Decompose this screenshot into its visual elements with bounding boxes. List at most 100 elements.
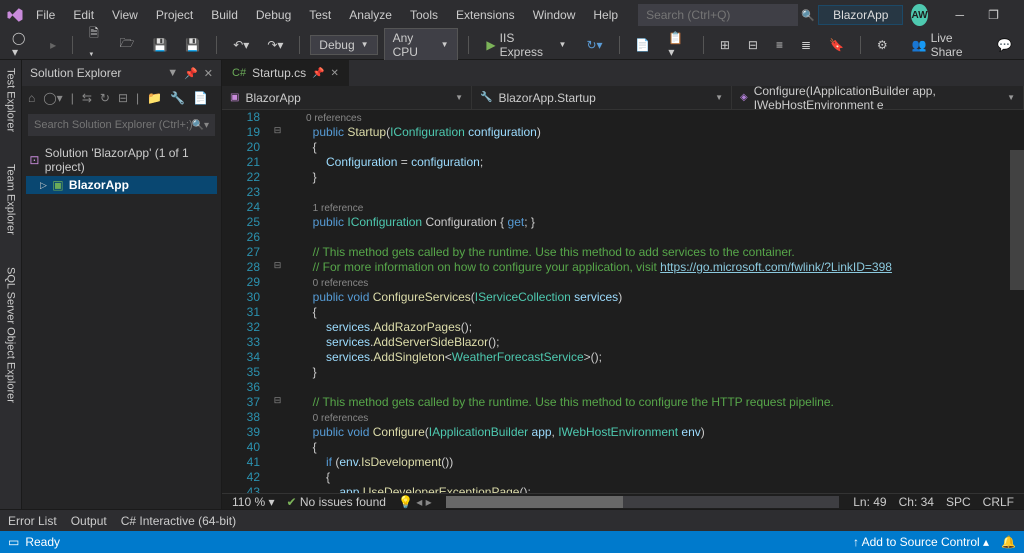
se-back-icon[interactable]: ◯▾: [43, 91, 62, 105]
panel-pin-icon[interactable]: 📌: [184, 67, 198, 80]
rail-test-explorer[interactable]: Test Explorer: [3, 64, 19, 136]
config-dropdown[interactable]: Debug▼: [310, 35, 377, 55]
platform-dropdown[interactable]: Any CPU▼: [384, 28, 458, 62]
tab-startup-cs[interactable]: C# Startup.cs 📌 ✕: [222, 60, 350, 86]
close-button[interactable]: ✕: [1017, 6, 1024, 24]
issues-indicator[interactable]: ✔ No issues found: [281, 495, 392, 509]
menu-window[interactable]: Window: [525, 4, 584, 26]
status-bar: ▭Ready ↑ Add to Source Control ▴ 🔔: [0, 531, 1024, 553]
se-props-icon[interactable]: 🔧: [170, 91, 185, 105]
vertical-scrollbar[interactable]: [1010, 110, 1024, 493]
browser-refresh-button[interactable]: ↻▾: [580, 36, 608, 54]
tool-icon-5[interactable]: ≡: [770, 36, 789, 54]
menu-project[interactable]: Project: [148, 4, 201, 26]
tool-icon-6[interactable]: ≣: [795, 36, 817, 54]
menu-tools[interactable]: Tools: [402, 4, 446, 26]
tab-output[interactable]: Output: [71, 514, 107, 528]
eol-mode[interactable]: CRLF: [977, 495, 1020, 509]
code-area[interactable]: 1819202122232425262728293031323334353637…: [222, 110, 1024, 493]
tab-close-icon[interactable]: ✕: [331, 68, 339, 79]
nav-back-button[interactable]: ◯ ▾: [6, 29, 38, 61]
se-sync-icon[interactable]: ⇆: [82, 91, 92, 105]
open-button[interactable]: 🗁: [114, 32, 141, 57]
undo-button[interactable]: ↶▾: [227, 36, 255, 54]
menu-file[interactable]: File: [28, 4, 63, 26]
se-showall-icon[interactable]: 📁: [147, 91, 162, 105]
vs-logo-icon: [6, 1, 24, 29]
solution-name-badge[interactable]: BlazorApp: [818, 5, 903, 25]
caret-line[interactable]: Ln: 49: [847, 495, 892, 509]
caret-col[interactable]: Ch: 34: [893, 495, 940, 509]
editor: C# Startup.cs 📌 ✕ ▣ BlazorApp▼ 🔧 BlazorA…: [222, 60, 1024, 509]
panel-dropdown-icon[interactable]: ▼: [167, 67, 178, 79]
global-search-input[interactable]: [646, 8, 801, 22]
solution-explorer-header: Solution Explorer ▼ 📌 ✕: [22, 60, 221, 86]
live-share-button[interactable]: 👥 Live Share: [906, 29, 985, 61]
nav-fwd-button[interactable]: ▸: [44, 36, 62, 54]
rail-team-explorer[interactable]: Team Explorer: [3, 160, 19, 239]
tool-icon-4[interactable]: ⊟: [742, 36, 764, 54]
se-refresh-icon[interactable]: ↻: [100, 91, 110, 105]
menu-bar: File Edit View Project Build Debug Test …: [28, 4, 626, 26]
csproj-icon: ▣: [51, 178, 65, 192]
menu-build[interactable]: Build: [203, 4, 246, 26]
tree-project-node[interactable]: ▷ ▣ BlazorApp: [26, 176, 217, 194]
tool-icon-8[interactable]: ⚙: [871, 36, 894, 54]
solution-explorer: Solution Explorer ▼ 📌 ✕ ⌂ ◯▾ | ⇆ ↻ ⊟ | 📁…: [22, 60, 222, 509]
search-icon: 🔍▾: [192, 120, 209, 131]
menu-analyze[interactable]: Analyze: [341, 4, 400, 26]
redo-button[interactable]: ↷▾: [261, 36, 289, 54]
menu-extensions[interactable]: Extensions: [448, 4, 523, 26]
solution-explorer-search[interactable]: 🔍▾: [28, 114, 215, 136]
menu-view[interactable]: View: [104, 4, 146, 26]
solution-tree: ⊡ Solution 'BlazorApp' (1 of 1 project) …: [22, 140, 221, 198]
tool-icon-3[interactable]: ⊞: [714, 36, 736, 54]
class-icon: 🔧: [480, 92, 492, 103]
source-control-button[interactable]: ↑ Add to Source Control ▴: [853, 535, 989, 549]
save-button[interactable]: 💾: [146, 36, 173, 54]
csharp-file-icon: C#: [232, 67, 246, 79]
solution-icon: ⊡: [28, 153, 41, 167]
tab-error-list[interactable]: Error List: [8, 514, 57, 528]
nav-project-dropdown[interactable]: ▣ BlazorApp▼: [222, 86, 472, 109]
search-icon: 🔍: [801, 9, 815, 22]
nav-member-dropdown[interactable]: ◈ Configure(IApplicationBuilder app, IWe…: [732, 86, 1024, 109]
tab-pin-icon[interactable]: 📌: [312, 68, 324, 79]
menu-help[interactable]: Help: [585, 4, 626, 26]
horizontal-scrollbar[interactable]: [446, 496, 840, 508]
indent-mode[interactable]: SPC: [940, 495, 977, 509]
menu-debug[interactable]: Debug: [248, 4, 299, 26]
side-rail: Test Explorer Team Explorer SQL Server O…: [0, 60, 22, 509]
menu-test[interactable]: Test: [301, 4, 339, 26]
save-all-button[interactable]: 💾: [179, 36, 206, 54]
notifications-icon[interactable]: 🔔: [1001, 535, 1016, 549]
tool-icon-7[interactable]: 🔖: [823, 36, 850, 54]
fold-marker[interactable]: ⊟: [272, 125, 283, 136]
nav-class-dropdown[interactable]: 🔧 BlazorApp.Startup▼: [472, 86, 732, 109]
user-avatar[interactable]: AW: [911, 4, 927, 26]
panel-close-icon[interactable]: ✕: [204, 67, 213, 80]
tool-icon-1[interactable]: 📄: [629, 36, 656, 54]
rail-sql-explorer[interactable]: SQL Server Object Explorer: [3, 263, 19, 407]
hint-nav-icon[interactable]: 💡 ◂ ▸: [392, 495, 438, 509]
editor-tabs: C# Startup.cs 📌 ✕: [222, 60, 1024, 86]
tool-icon-2[interactable]: 📋▾: [662, 29, 693, 61]
global-search[interactable]: 🔍: [638, 4, 798, 26]
zoom-dropdown[interactable]: 110 % ▾: [226, 495, 281, 509]
fold-marker[interactable]: ⊟: [272, 395, 283, 406]
status-ready: Ready: [25, 535, 60, 549]
se-preview-icon[interactable]: 📄: [193, 91, 208, 105]
fold-marker[interactable]: ⊟: [272, 260, 283, 271]
se-home-icon[interactable]: ⌂: [28, 91, 35, 105]
minimize-button[interactable]: ─: [950, 6, 971, 24]
feedback-button[interactable]: 💬: [991, 36, 1018, 54]
tab-csharp-interactive[interactable]: C# Interactive (64-bit): [121, 514, 236, 528]
maximize-button[interactable]: ❐: [982, 6, 1005, 24]
solution-explorer-search-input[interactable]: [34, 119, 192, 131]
tree-solution-node[interactable]: ⊡ Solution 'BlazorApp' (1 of 1 project): [26, 144, 217, 176]
bottom-tool-tabs: Error List Output C# Interactive (64-bit…: [0, 509, 1024, 531]
code-content[interactable]: 0 references public Startup(IConfigurati…: [286, 110, 1010, 493]
csproj-icon: ▣: [230, 92, 239, 103]
run-button[interactable]: ▶IIS Express▼: [478, 29, 574, 61]
se-collapse-icon[interactable]: ⊟: [118, 91, 128, 105]
